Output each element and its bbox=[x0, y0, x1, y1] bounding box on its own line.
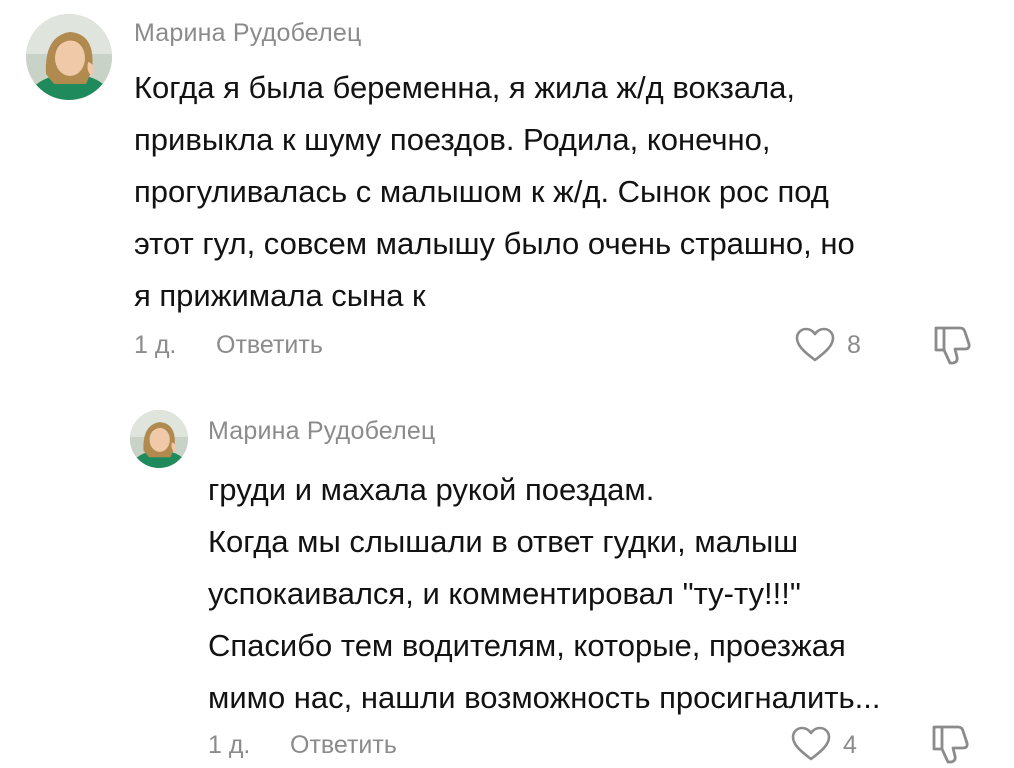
comment-timestamp: 1 д. bbox=[208, 731, 251, 759]
comment-timestamp: 1 д. bbox=[134, 331, 177, 359]
comment-text-line: этот гул, совсем малышу было очень страш… bbox=[134, 226, 855, 261]
comment-text-line: мимо нас, нашли возможность просигналить… bbox=[208, 680, 881, 715]
reply-button[interactable]: Ответить bbox=[290, 731, 397, 760]
like-count: 4 bbox=[843, 731, 857, 759]
comment-text: Когда я была беременна, я жила ж/д вокза… bbox=[134, 62, 855, 322]
heart-icon[interactable] bbox=[795, 327, 835, 363]
comment-text-line: я прижимала сына к bbox=[134, 278, 426, 313]
avatar[interactable] bbox=[130, 410, 188, 468]
comment-text: груди и махала рукой поездам. Когда мы с… bbox=[208, 464, 880, 724]
comment-text-line: Когда мы слышали в ответ гудки, малыш bbox=[208, 524, 799, 559]
comment-text-line: успокаивался, и комментировал "ту-ту!!!" bbox=[208, 576, 801, 611]
heart-icon[interactable] bbox=[791, 726, 831, 762]
comment-text-line: груди и махала рукой поездам. bbox=[208, 472, 655, 507]
thumbs-down-icon[interactable] bbox=[930, 723, 970, 765]
like-count: 8 bbox=[847, 331, 861, 359]
reply-button[interactable]: Ответить bbox=[216, 331, 323, 360]
avatar[interactable] bbox=[26, 14, 112, 100]
comment-author[interactable]: Марина Рудобелец bbox=[208, 417, 436, 446]
comment-text-line: Спасибо тем водителям, которые, проезжая bbox=[208, 628, 846, 663]
comment-text-line: прогуливалась с малышом к ж/д. Сынок рос… bbox=[134, 174, 829, 209]
thumbs-down-icon[interactable] bbox=[932, 324, 972, 366]
comment-text-line: привыкла к шуму поездов. Родила, конечно… bbox=[134, 122, 771, 157]
comment-text-line: Когда я была беременна, я жила ж/д вокза… bbox=[134, 70, 796, 105]
comment-author[interactable]: Марина Рудобелец bbox=[134, 19, 362, 48]
